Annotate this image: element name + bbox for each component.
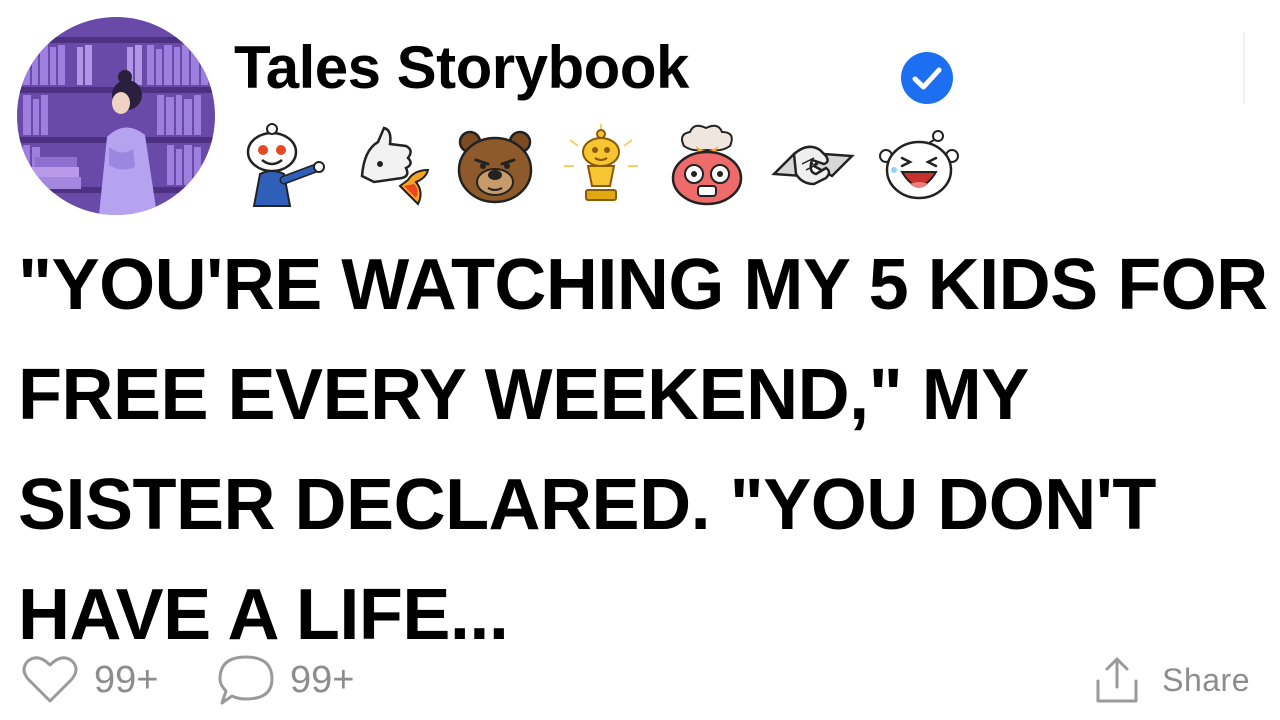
comment-button[interactable]: 99+ bbox=[216, 645, 354, 715]
avatar[interactable] bbox=[17, 17, 215, 215]
share-button[interactable]: Share bbox=[1094, 645, 1250, 715]
heart-icon bbox=[22, 656, 78, 703]
handshake-icon[interactable] bbox=[768, 120, 858, 210]
rocket-thumbs-up-icon[interactable] bbox=[344, 120, 434, 210]
gold-trophy-snoo-icon[interactable] bbox=[556, 120, 646, 210]
avatar-image bbox=[17, 17, 215, 215]
header-divider bbox=[1243, 32, 1245, 104]
laughing-snoo-icon[interactable] bbox=[874, 120, 964, 210]
comment-count: 99+ bbox=[290, 658, 355, 701]
post-headline[interactable]: "YOU'RE WATCHING MY 5 KIDS FOR FREE EVER… bbox=[18, 230, 1268, 670]
comment-icon bbox=[218, 655, 274, 705]
like-button[interactable]: 99+ bbox=[20, 645, 158, 715]
share-icon bbox=[1096, 657, 1138, 703]
share-label: Share bbox=[1162, 661, 1250, 698]
like-count: 99+ bbox=[94, 658, 159, 701]
bear-face-icon[interactable] bbox=[450, 120, 540, 210]
verified-badge-icon bbox=[900, 51, 954, 105]
mind-blown-icon[interactable] bbox=[662, 120, 752, 210]
pointing-snoo-icon[interactable] bbox=[238, 120, 328, 210]
post-footer: 99+ 99+ Share bbox=[0, 645, 1280, 715]
account-name[interactable]: Tales Storybook bbox=[234, 30, 689, 106]
